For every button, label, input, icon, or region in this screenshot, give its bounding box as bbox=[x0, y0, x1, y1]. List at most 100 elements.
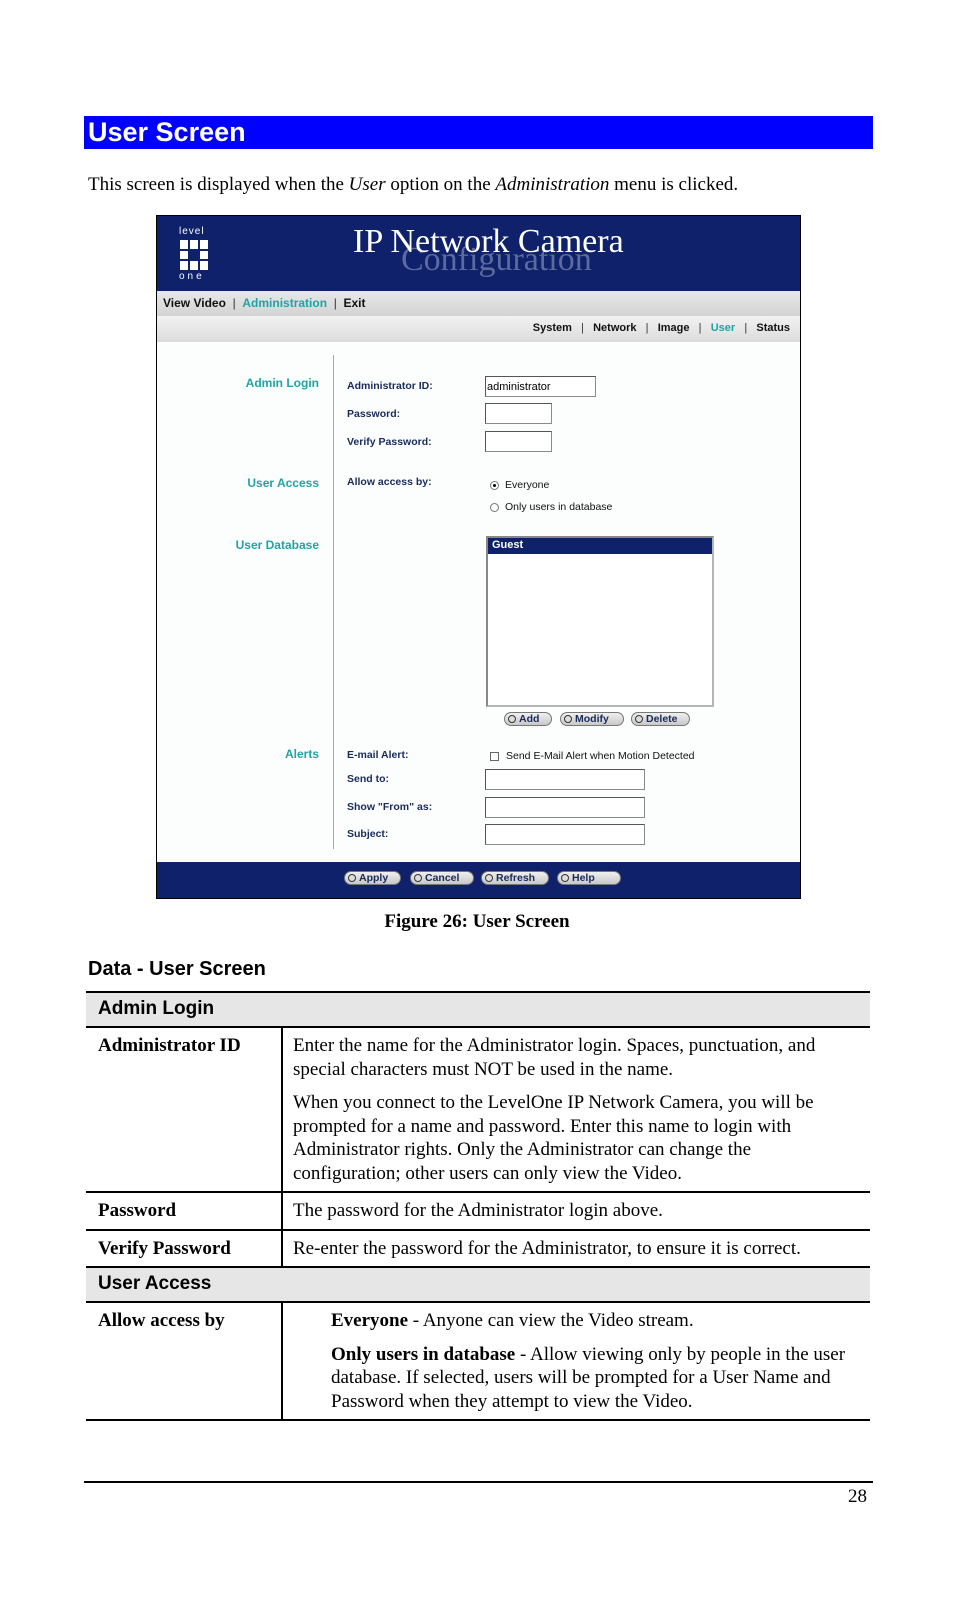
nav-administration[interactable]: Administration bbox=[242, 296, 327, 310]
intro-em-administration: Administration bbox=[495, 174, 610, 195]
show-from-input[interactable] bbox=[485, 797, 645, 818]
password-input[interactable] bbox=[485, 403, 552, 424]
subnav-image[interactable]: Image bbox=[658, 322, 690, 334]
description-paragraph: The password for the Administrator login… bbox=[293, 1200, 663, 1221]
row-name: Allow access by bbox=[86, 1303, 283, 1419]
button-bullet-icon bbox=[635, 715, 643, 723]
logo-text-bottom: one bbox=[179, 271, 205, 282]
table-row: Administrator ID Enter the name for the … bbox=[86, 1026, 870, 1191]
show-from-label: Show "From" as: bbox=[347, 801, 433, 813]
refresh-button[interactable]: Refresh bbox=[481, 871, 549, 885]
radio-everyone[interactable]: Everyone bbox=[490, 479, 549, 491]
table-row: Verify Password Re-enter the password fo… bbox=[86, 1228, 870, 1267]
admin-sub-nav: System | Network | Image | User | Status bbox=[157, 316, 800, 342]
row-description: The password for the Administrator login… bbox=[283, 1193, 870, 1229]
button-bullet-icon bbox=[485, 874, 493, 882]
user-list-item-selected[interactable]: Guest bbox=[488, 538, 712, 554]
nav-separator: | bbox=[735, 322, 757, 334]
radio-everyone-label: Everyone bbox=[505, 479, 550, 491]
row-name: Password bbox=[86, 1193, 283, 1229]
help-button[interactable]: Help bbox=[557, 871, 621, 885]
cancel-button-label: Cancel bbox=[425, 872, 460, 884]
subnav-status[interactable]: Status bbox=[756, 322, 790, 334]
intro-text: option on the bbox=[385, 174, 496, 195]
nav-view-video[interactable]: View Video bbox=[163, 296, 226, 310]
admin-id-input[interactable] bbox=[485, 376, 596, 397]
password-label: Password: bbox=[347, 408, 401, 420]
add-user-button[interactable]: Add bbox=[504, 712, 552, 726]
delete-user-button[interactable]: Delete bbox=[631, 712, 690, 726]
data-table: Admin Login Administrator ID Enter the n… bbox=[86, 991, 870, 1421]
option-description: Only users in database - Allow viewing o… bbox=[331, 1343, 860, 1414]
row-name: Verify Password bbox=[86, 1230, 283, 1266]
radio-only-users-in-database[interactable]: Only users in database bbox=[490, 501, 612, 513]
allow-access-label: Allow access by: bbox=[347, 476, 432, 488]
nav-exit[interactable]: Exit bbox=[344, 296, 366, 310]
email-alert-checkbox[interactable]: Send E-Mail Alert when Motion Detected bbox=[490, 750, 695, 762]
subnav-system[interactable]: System bbox=[533, 322, 572, 334]
main-nav: View Video | Administration | Exit bbox=[157, 291, 800, 316]
nav-separator: | bbox=[225, 296, 243, 310]
checkbox-unchecked-icon[interactable] bbox=[490, 751, 499, 761]
description-paragraph: Re-enter the password for the Administra… bbox=[293, 1237, 801, 1259]
row-description: Re-enter the password for the Administra… bbox=[283, 1231, 870, 1267]
radio-unselected-icon[interactable] bbox=[490, 502, 499, 512]
row-description: Enter the name for the Administrator log… bbox=[283, 1028, 870, 1191]
verify-password-label: Verify Password: bbox=[347, 436, 432, 448]
subject-input[interactable] bbox=[485, 824, 645, 845]
intro-text: This screen is displayed when the bbox=[88, 174, 349, 195]
subnav-user[interactable]: User bbox=[711, 322, 735, 334]
page-number: 28 bbox=[848, 1486, 867, 1507]
nav-separator: | bbox=[571, 322, 594, 334]
radio-selected-icon[interactable] bbox=[490, 480, 499, 490]
logo-text-top: level bbox=[179, 226, 205, 237]
camera-header: level one IP Network Camera Configuratio… bbox=[157, 216, 800, 291]
button-bullet-icon bbox=[561, 874, 569, 882]
section-label-admin-login: Admin Login bbox=[245, 376, 319, 390]
levelone-logo-icon: level one bbox=[177, 226, 217, 282]
section-label-user-access: User Access bbox=[247, 476, 319, 490]
nav-separator: | bbox=[327, 296, 344, 310]
description-paragraph: When you connect to the LevelOne IP Netw… bbox=[293, 1092, 814, 1184]
option-desc: - Anyone can view the Video stream. bbox=[408, 1310, 694, 1331]
app-title: IP Network Camera bbox=[353, 223, 624, 260]
email-alert-checkbox-label: Send E-Mail Alert when Motion Detected bbox=[506, 750, 695, 762]
verify-password-input[interactable] bbox=[485, 431, 552, 452]
help-button-label: Help bbox=[572, 872, 595, 884]
admin-id-label: Administrator ID: bbox=[347, 380, 433, 392]
option-term: Only users in database bbox=[331, 1343, 516, 1365]
data-heading: Data - User Screen bbox=[88, 958, 266, 980]
modify-user-button[interactable]: Modify bbox=[560, 712, 624, 726]
cancel-button[interactable]: Cancel bbox=[410, 871, 474, 885]
section-title: User Screen bbox=[88, 117, 246, 147]
intro-em-user: User bbox=[348, 174, 386, 195]
subnav-network[interactable]: Network bbox=[593, 322, 636, 334]
section-label-user-database: User Database bbox=[235, 538, 319, 552]
nav-separator: | bbox=[636, 322, 658, 334]
add-button-label: Add bbox=[519, 713, 540, 725]
table-row: Password The password for the Administra… bbox=[86, 1191, 870, 1229]
row-name: Administrator ID bbox=[86, 1028, 283, 1191]
table-group-header: Admin Login bbox=[86, 991, 870, 1026]
option-term: Everyone bbox=[331, 1310, 409, 1331]
user-database-list[interactable]: Guest bbox=[486, 536, 714, 707]
table-row: Allow access by Everyone - Anyone can vi… bbox=[86, 1301, 870, 1419]
button-bullet-icon bbox=[414, 874, 422, 882]
apply-button[interactable]: Apply bbox=[344, 871, 401, 885]
button-bullet-icon bbox=[508, 715, 516, 723]
button-bullet-icon bbox=[348, 874, 356, 882]
subject-label: Subject: bbox=[347, 828, 389, 840]
section-title-banner: User Screen bbox=[84, 116, 873, 149]
button-bullet-icon bbox=[564, 715, 572, 723]
table-group-header: User Access bbox=[86, 1266, 870, 1301]
footer-rule bbox=[84, 1481, 873, 1483]
apply-button-label: Apply bbox=[359, 872, 389, 884]
modify-button-label: Modify bbox=[575, 713, 609, 725]
section-label-alerts: Alerts bbox=[284, 747, 319, 761]
send-to-input[interactable] bbox=[485, 769, 645, 790]
logo-grid bbox=[180, 240, 208, 270]
table-bottom-rule bbox=[86, 1419, 870, 1421]
send-to-label: Send to: bbox=[347, 773, 389, 785]
figure-caption: Figure 26: User Screen bbox=[384, 911, 570, 932]
refresh-button-label: Refresh bbox=[496, 872, 536, 884]
